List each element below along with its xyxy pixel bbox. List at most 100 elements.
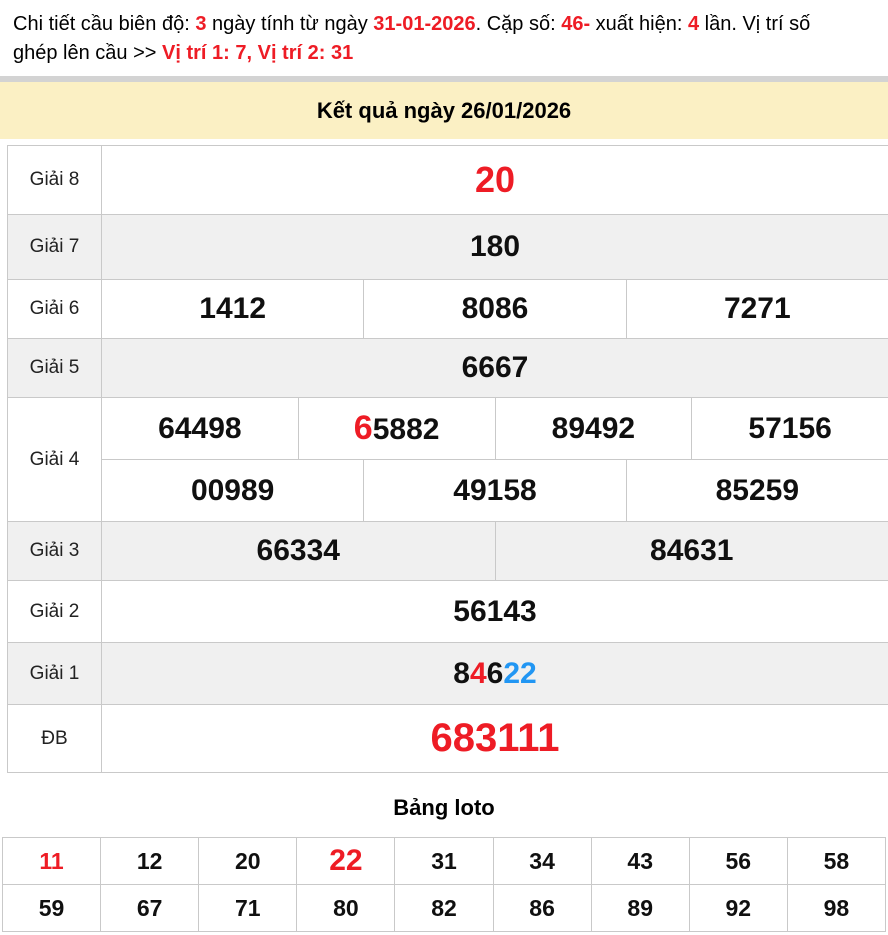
text-segment: 6667 [461, 351, 529, 384]
text-segment: . Cặp số: [475, 13, 562, 35]
text-segment: 56 [725, 847, 752, 874]
prize-subrow: 64498 65882 89492 57156 [102, 398, 888, 459]
text-segment: 00989 [190, 473, 275, 507]
loto-number: 56 [688, 838, 787, 884]
text-segment: 92 [725, 894, 752, 921]
text-segment: Chi tiết cầu biên độ: [13, 13, 196, 35]
prize-cells: 56143 [102, 581, 888, 642]
prize-number-value: 84631 [650, 534, 733, 568]
text-segment: 84631 [650, 534, 734, 567]
prize-number-value: 56143 [453, 595, 536, 629]
prize-cells: 84622 [102, 643, 888, 704]
prize-subrow: 180 [102, 215, 888, 279]
prize-number: 6667 [102, 339, 888, 397]
prize-number-value: 180 [470, 230, 520, 264]
result-row: Giải 2 56143 [8, 581, 888, 643]
prize-number: 180 [102, 215, 888, 279]
loto-number: 80 [296, 885, 394, 931]
text-segment: 31-01-2026 [373, 13, 476, 35]
prize-number: 20 [102, 146, 888, 214]
text-segment: 683111 [430, 716, 560, 760]
prize-number-value: 65882 [354, 409, 440, 448]
prize-number-value: 7271 [724, 292, 791, 326]
text-segment: 66334 [256, 534, 340, 567]
loto-number: 98 [786, 885, 885, 931]
prize-subrow: 00989 49158 85259 [102, 459, 888, 521]
text-segment: 8086 [461, 292, 529, 325]
prize-cells: 20 [102, 146, 888, 214]
prize-number: 84631 [494, 522, 888, 580]
prize-number-value: 1412 [199, 292, 266, 326]
result-row: Giải 4 64498 65882 89492 57156 00989 49158 8525… [8, 398, 888, 522]
prize-subrow: 6667 [102, 339, 888, 397]
text-segment: 11 [39, 847, 64, 874]
prize-label: Giải 2 [8, 581, 102, 642]
text-segment: 180 [469, 230, 521, 263]
loto-number: 89 [590, 885, 689, 931]
prize-label: Giải 6 [8, 280, 102, 338]
prize-number: 89492 [494, 398, 692, 459]
prize-subrow: 1412 8086 7271 [102, 280, 888, 338]
prize-number-value: 6667 [462, 351, 529, 385]
prize-number-value: 85259 [716, 474, 799, 508]
prize-cells: 1412 8086 7271 [102, 280, 888, 338]
text-segment: 8 [453, 656, 470, 690]
prize-number: 64498 [102, 398, 298, 459]
loto-number: 11 [3, 838, 100, 884]
page: Chi tiết cầu biên độ: 3 ngày tính từ ngà… [0, 0, 888, 932]
prize-number-value: 66334 [257, 534, 340, 568]
prize-number: 49158 [363, 460, 625, 521]
loto-table: 11 12 20 22 31 34 43 56 58 59 67 71 80 82 86 89 92 98 [2, 837, 886, 932]
text-segment: 64498 [158, 411, 242, 445]
result-row: Giải 8 20 [8, 146, 888, 215]
prize-number-value: 49158 [453, 474, 536, 508]
text-segment: 22 [503, 656, 537, 690]
loto-number: 20 [198, 838, 296, 884]
loto-number: 12 [100, 838, 198, 884]
prize-cells: 64498 65882 89492 57156 00989 49158 85259 [102, 398, 888, 521]
text-segment: 58 [823, 847, 850, 874]
text-segment: 20 [234, 847, 261, 874]
loto-number: 86 [492, 885, 591, 931]
text-segment: lần. Vị trí số [699, 13, 811, 35]
result-row: Giải 6 1412 8086 7271 [8, 280, 888, 339]
text-segment: 3 [195, 13, 207, 35]
loto-number: 43 [590, 838, 689, 884]
loto-number: 58 [786, 838, 885, 884]
cau-detail-text: Chi tiết cầu biên độ: 3 ngày tính từ ngà… [0, 0, 888, 68]
prize-number-value: 84622 [453, 657, 536, 691]
text-segment: 22 [329, 844, 363, 877]
prize-cells: 66334 84631 [102, 522, 888, 580]
text-segment: 34 [529, 847, 555, 874]
prize-number: 00989 [102, 460, 363, 521]
prize-number: 65882 [297, 398, 495, 459]
result-row: Giải 1 84622 [8, 643, 888, 705]
text-segment: 49158 [453, 473, 537, 507]
text-segment: ghép lên cầu >> [13, 42, 163, 64]
prize-label: Giải 3 [8, 522, 102, 580]
loto-row: 59 67 71 80 82 86 89 92 98 [3, 884, 885, 931]
prize-number: 84622 [102, 643, 888, 704]
result-row: ĐB 683111 [8, 705, 888, 773]
text-segment: 89 [627, 894, 653, 921]
prize-subrow: 20 [102, 146, 888, 214]
text-segment: 80 [333, 894, 359, 921]
text-segment: 67 [136, 894, 163, 921]
result-row: Giải 7 180 [8, 215, 888, 280]
text-segment: 5882 [372, 413, 440, 446]
results-table: Giải 8 20 Giải 7 180 Giải 6 1412 8086 7271 Giải … [7, 145, 888, 773]
prize-number-value: 20 [475, 159, 515, 201]
prize-cells: 180 [102, 215, 888, 279]
loto-number: 59 [3, 885, 100, 931]
prize-cells: 683111 [102, 705, 888, 772]
text-segment: 12 [136, 847, 163, 874]
prize-number-value: 683111 [430, 716, 559, 761]
prize-number: 56143 [102, 581, 888, 642]
prize-number-value: 89492 [552, 412, 635, 446]
prize-subrow: 66334 84631 [102, 522, 888, 580]
text-segment: 82 [431, 894, 457, 921]
text-segment: 31 [431, 847, 457, 874]
result-row: Giải 3 66334 84631 [8, 522, 888, 581]
text-segment: 1412 [199, 292, 267, 325]
prize-number: 66334 [102, 522, 495, 580]
